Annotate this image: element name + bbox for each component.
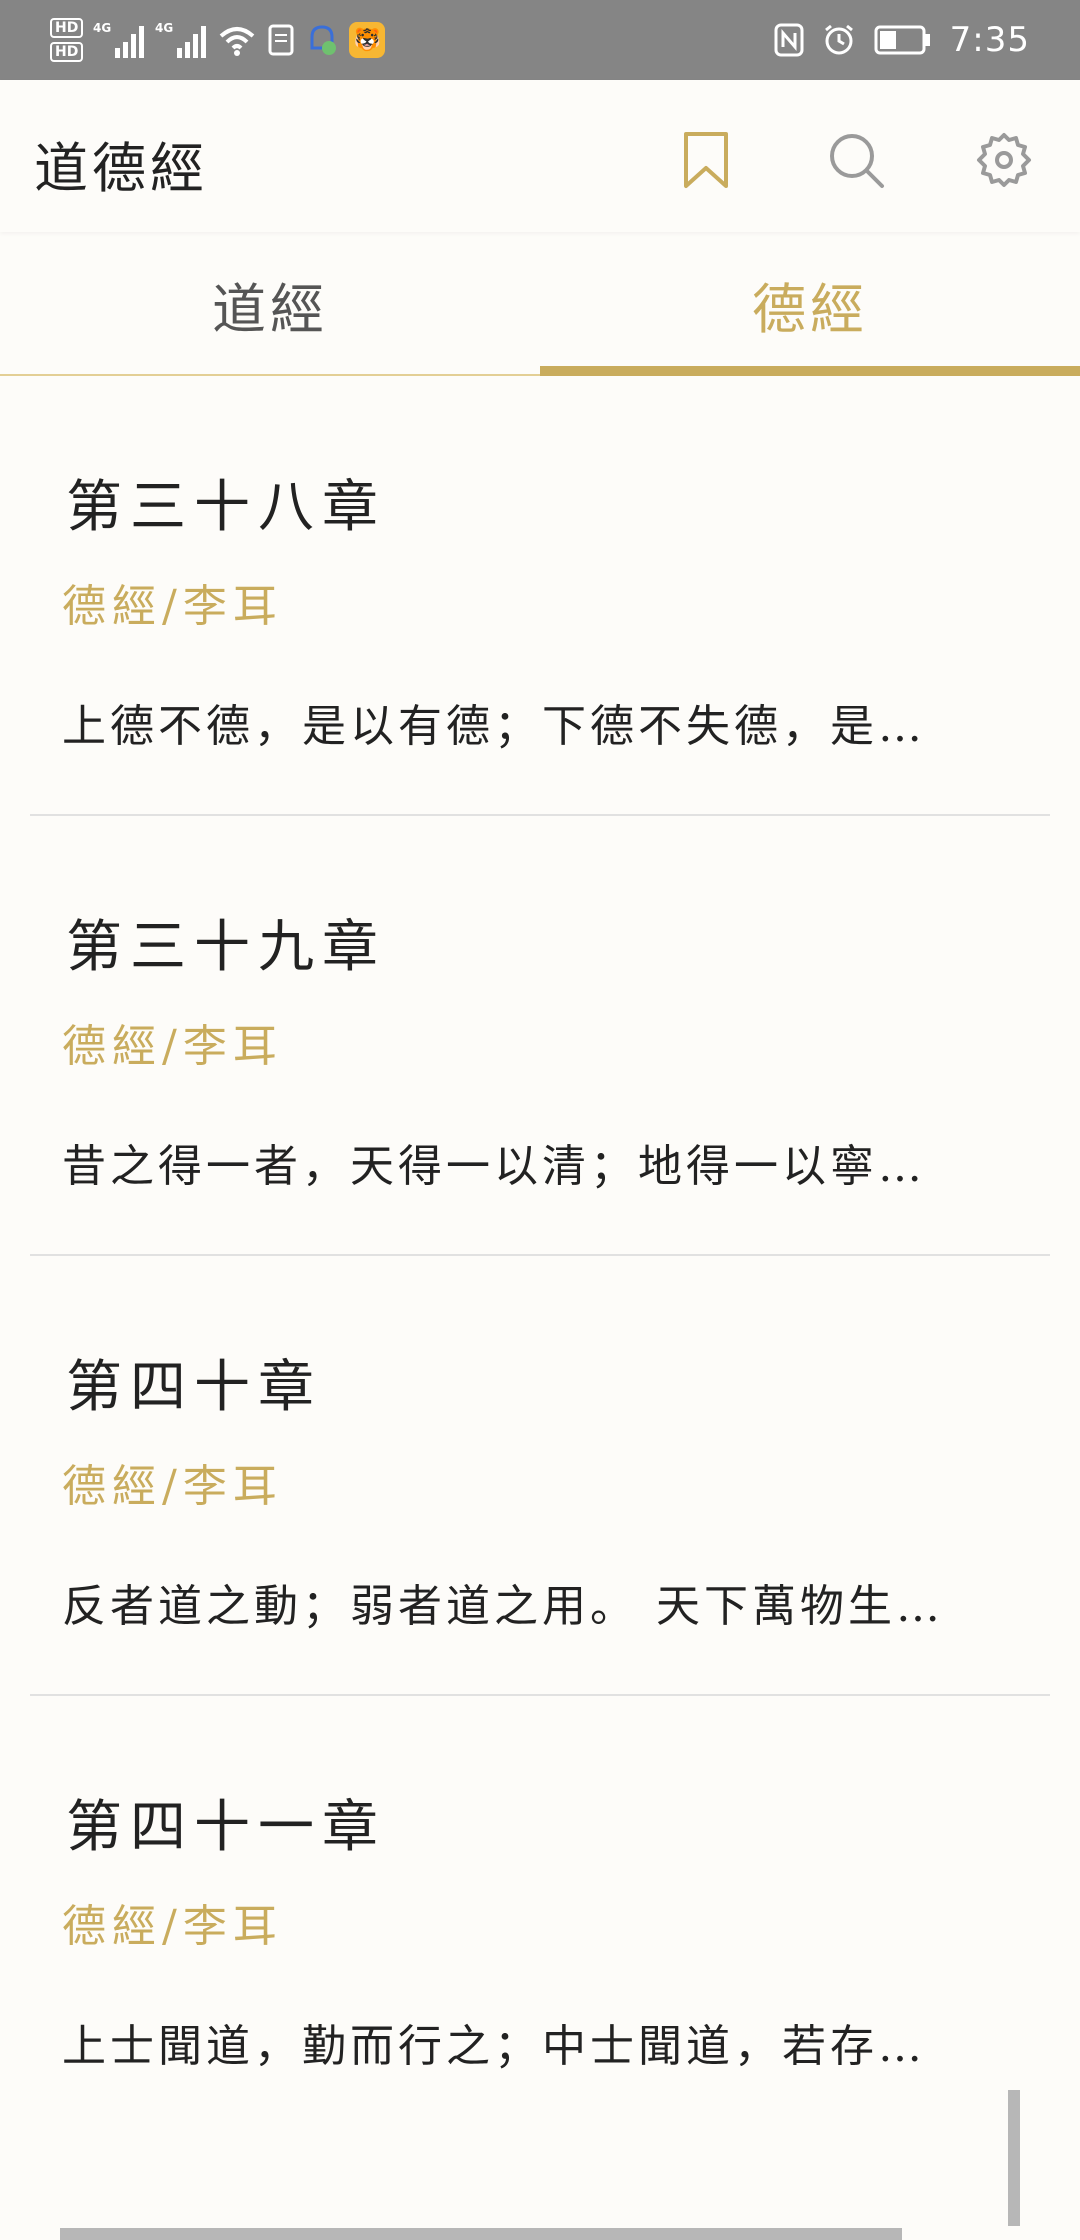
bookmark-icon	[684, 132, 728, 188]
network-label: 4G	[155, 21, 173, 35]
vertical-scrollbar[interactable]	[1008, 2090, 1020, 2226]
chapter-subtitle: 德經/李耳	[62, 1901, 283, 1952]
status-bar: HD HD 4G 4G 🐯 7:35	[0, 0, 1080, 80]
chapter-title: 第三十九章	[66, 915, 386, 980]
chapter-excerpt: 上士聞道，勤而行之；中士聞道，若存…	[62, 2021, 926, 2072]
list-item[interactable]: 第三十九章 德經/李耳 昔之得一者，天得一以清；地得一以寧…	[0, 816, 1080, 1256]
gear-icon	[977, 133, 1031, 187]
chapter-list: 第三十八章 德經/李耳 上德不德，是以有德；下德不失德，是… 第三十九章 德經/…	[0, 376, 1080, 2136]
chapter-title: 第四十一章	[66, 1795, 386, 1860]
horizontal-scrollbar[interactable]	[60, 2228, 902, 2240]
clock: 7:35	[949, 20, 1030, 60]
sim2-hd-badge: HD	[50, 42, 84, 62]
bookmark-button[interactable]	[666, 120, 746, 200]
app-badge-icon: 🐯	[349, 22, 386, 58]
status-left: HD HD 4G 4G 🐯	[50, 12, 386, 68]
tab-selected-indicator	[540, 366, 1080, 376]
search-button[interactable]	[816, 120, 896, 200]
nfc-icon	[774, 23, 804, 57]
chapter-subtitle: 德經/李耳	[62, 1461, 283, 1512]
settings-button[interactable]	[964, 120, 1044, 200]
tab-bar: 道經 德經	[0, 232, 1080, 376]
chapter-excerpt: 反者道之動；弱者道之用。 天下萬物生…	[62, 1581, 944, 1632]
bell-icon	[305, 22, 339, 58]
chapter-subtitle: 德經/李耳	[62, 1021, 283, 1072]
tab-de-jing[interactable]: 德經	[540, 232, 1080, 376]
chapter-excerpt: 昔之得一者，天得一以清；地得一以寧…	[62, 1141, 926, 1192]
list-item[interactable]: 第四十章 德經/李耳 反者道之動；弱者道之用。 天下萬物生…	[0, 1256, 1080, 1696]
chapter-title: 第四十章	[66, 1355, 322, 1420]
signal-icon: 4G	[93, 20, 145, 60]
chapter-title: 第三十八章	[66, 475, 386, 540]
battery-icon	[874, 25, 932, 55]
list-item[interactable]: 第四十一章 德經/李耳 上士聞道，勤而行之；中士聞道，若存…	[0, 1696, 1080, 2136]
page-title: 道德經	[34, 137, 208, 200]
alarm-icon	[822, 23, 856, 57]
notification-icon	[267, 23, 295, 57]
tab-dao-jing[interactable]: 道經	[0, 232, 540, 376]
app-bar: 道德經	[0, 80, 1080, 232]
list-item[interactable]: 第三十八章 德經/李耳 上德不德，是以有德；下德不失德，是…	[0, 376, 1080, 816]
signal-icon: 4G	[155, 20, 207, 60]
chapter-excerpt: 上德不德，是以有德；下德不失德，是…	[62, 701, 926, 752]
search-icon	[830, 134, 884, 188]
wifi-icon	[217, 22, 257, 58]
chapter-subtitle: 德經/李耳	[62, 581, 283, 632]
sim1-hd-badge: HD	[50, 18, 84, 38]
network-label: 4G	[93, 21, 111, 35]
sim-indicators: HD HD	[50, 18, 84, 62]
status-right: 7:35	[774, 12, 1030, 68]
